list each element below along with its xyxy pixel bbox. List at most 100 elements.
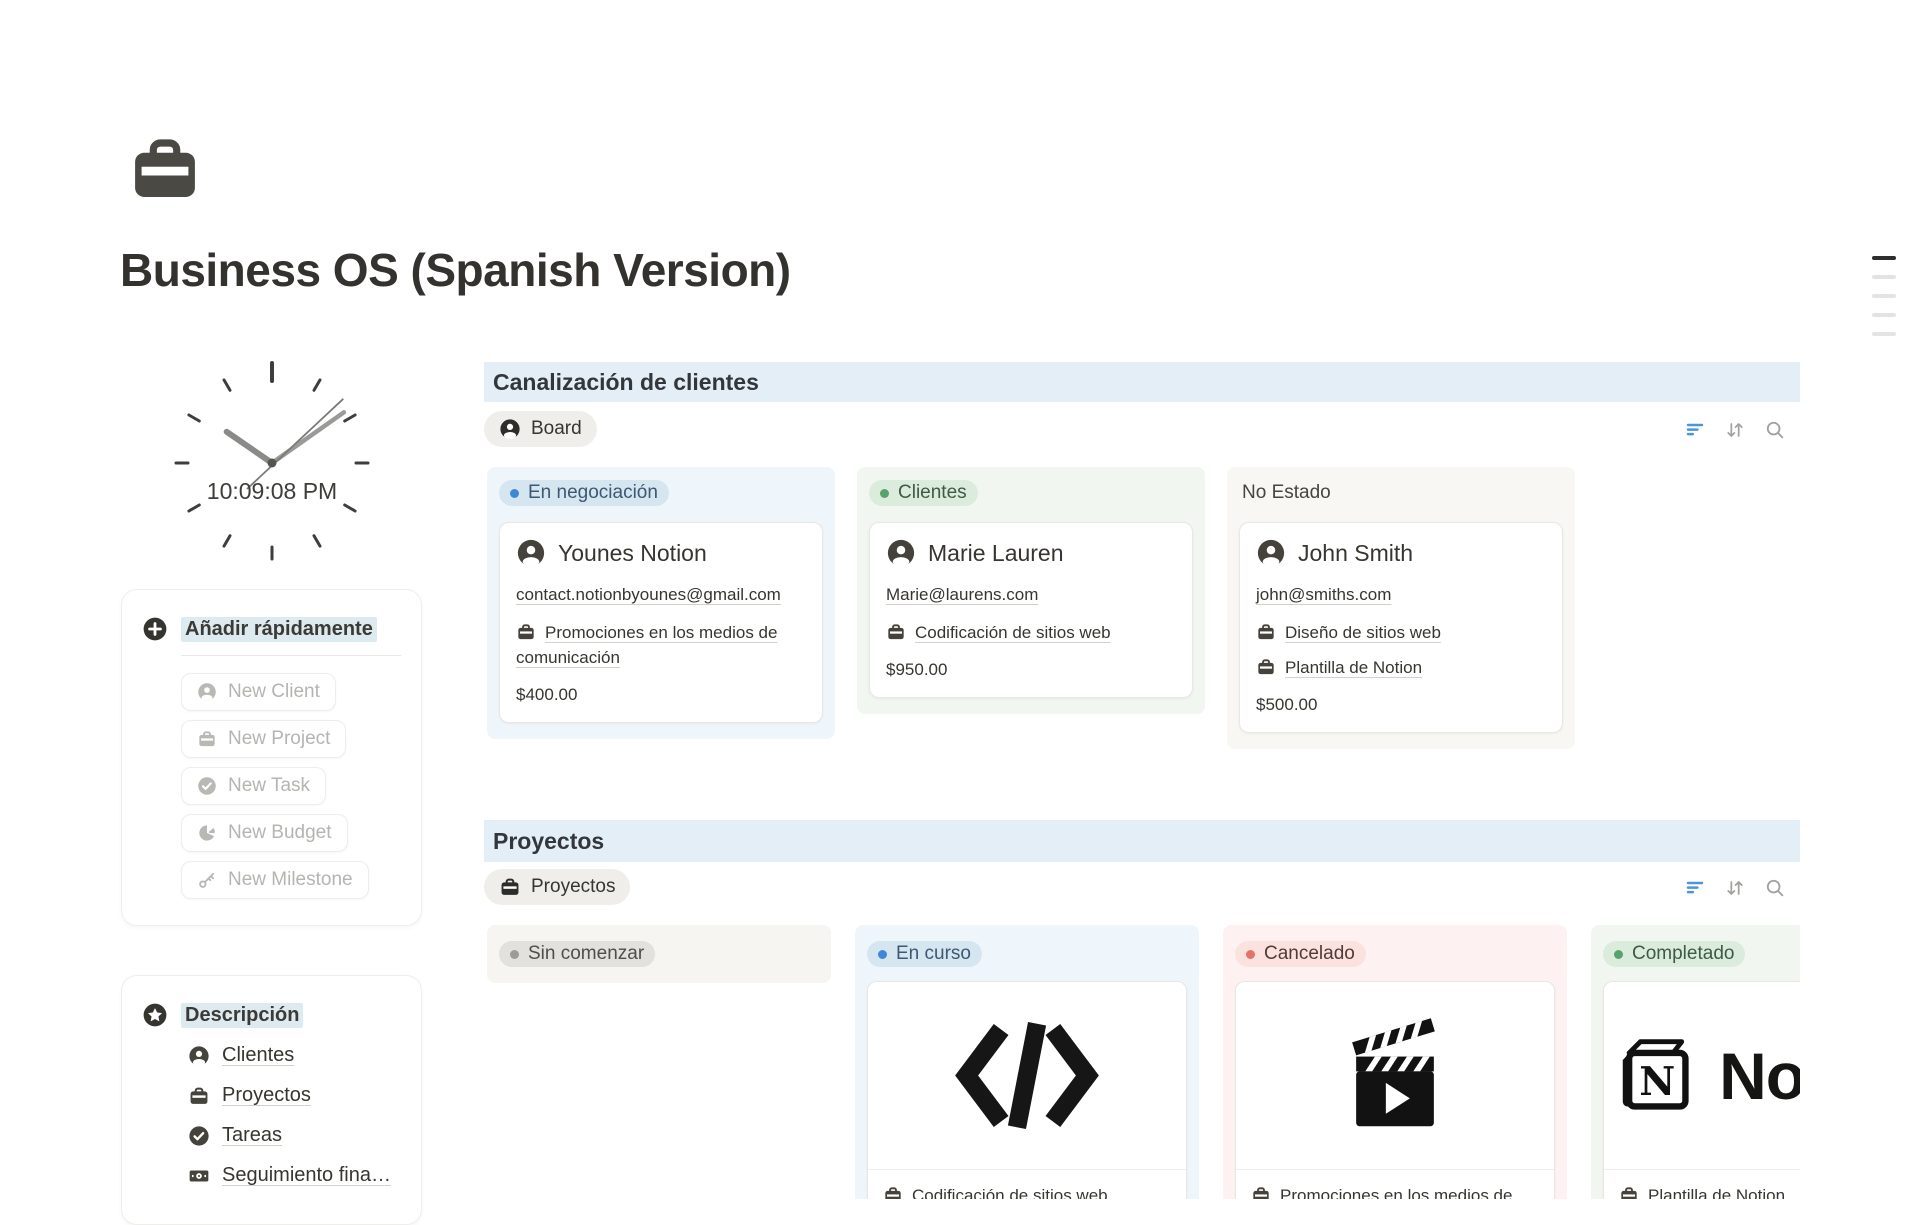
briefcase-icon [188,1085,210,1107]
link-clientes[interactable]: Clientes [188,1044,294,1067]
analog-clock [157,348,387,578]
status-badge[interactable]: Clientes [869,480,978,506]
outline-item[interactable] [1872,256,1896,260]
column-cancelado: Cancelado Promociones en los medios de c… [1223,925,1567,1199]
check-circle-icon [197,776,217,796]
status-dot-icon [880,489,889,498]
person-icon [516,538,546,568]
project-card[interactable]: Promociones en los medios de comunicació… [1235,981,1555,1199]
project-link[interactable]: Diseño de sitios web [1285,623,1441,642]
outline-item[interactable] [1872,313,1896,317]
new-project-button[interactable]: New Project [181,720,346,758]
digital-time: 10:09:08 PM [157,478,387,505]
column-en-negociacion: En negociación Younes Notion contact.not… [487,467,835,739]
client-card[interactable]: Marie Lauren Marie@laurens.com Codificac… [869,522,1193,698]
client-name: Younes Notion [558,540,707,567]
new-budget-button[interactable]: New Budget [181,814,348,852]
project-link[interactable]: Plantilla de Notion [1285,658,1422,677]
status-badge[interactable]: Sin comenzar [499,941,655,967]
outline-item[interactable] [1872,275,1896,279]
column-sin-comenzar: Sin comenzar [487,925,831,983]
column-no-estado: No Estado John Smith john@smiths.com Dis… [1227,467,1575,749]
column-en-curso: En curso Codificación de sitios web [855,925,1199,1199]
link-tareas[interactable]: Tareas [188,1124,282,1147]
briefcase-icon [1256,657,1276,677]
project-link[interactable]: Promociones en los medios de comunicació… [1251,1186,1512,1199]
outline-item[interactable] [1872,294,1896,298]
client-card[interactable]: Younes Notion contact.notionbyounes@gmai… [499,522,823,723]
description-title: Descripción [181,1003,303,1028]
status-badge[interactable]: Completado [1603,941,1745,967]
column-clientes: Clientes Marie Lauren Marie@laurens.com … [857,467,1205,714]
project-card[interactable]: Notion Plantilla de Notion [1603,981,1800,1199]
status-dot-icon [510,950,519,959]
filter-icon[interactable] [1684,419,1706,441]
client-email[interactable]: Marie@laurens.com [886,585,1038,604]
sort-icon[interactable] [1724,877,1746,899]
quick-add-title: Añadir rápidamente [181,617,377,642]
clapperboard-icon [1331,1012,1459,1140]
project-link[interactable]: Codificación de sitios web [915,623,1111,642]
notion-logo-icon [1616,1023,1691,1128]
project-card[interactable]: Codificación de sitios web [867,981,1187,1199]
project-link[interactable]: Plantilla de Notion [1648,1186,1785,1199]
deal-amount: $500.00 [1256,695,1546,715]
briefcase-icon [516,622,536,642]
search-icon[interactable] [1764,877,1786,899]
new-task-button[interactable]: New Task [181,767,326,805]
status-badge[interactable]: Cancelado [1235,941,1366,967]
client-card[interactable]: John Smith john@smiths.com Diseño de sit… [1239,522,1563,733]
divider [181,655,401,656]
outline-nav [1872,256,1896,351]
briefcase-page-icon[interactable] [126,130,204,208]
star-circle-icon [142,1002,168,1028]
project-link[interactable]: Codificación de sitios web [912,1186,1108,1199]
link-seguimiento[interactable]: Seguimiento fina… [188,1164,391,1187]
code-icon [952,1018,1102,1133]
pipeline-heading: Canalización de clientes [484,362,1800,402]
client-email[interactable]: john@smiths.com [1256,585,1391,604]
notion-wordmark: Notion [1719,1038,1800,1114]
plus-circle-icon [142,616,168,642]
sort-icon[interactable] [1724,419,1746,441]
new-client-button[interactable]: New Client [181,673,336,711]
check-circle-icon [188,1125,210,1147]
quick-add-card: Añadir rápidamente New Client New Projec… [121,589,422,926]
description-card: Descripción Clientes Proyectos Tareas Se… [121,975,422,1225]
outline-item[interactable] [1872,332,1896,336]
status-label[interactable]: No Estado [1239,480,1563,506]
status-dot-icon [1614,950,1623,959]
briefcase-icon [886,622,906,642]
project-link[interactable]: Promociones en los medios de comunicació… [516,623,777,667]
link-proyectos[interactable]: Proyectos [188,1084,311,1107]
status-dot-icon [1246,950,1255,959]
briefcase-icon [1619,1185,1639,1199]
client-name: Marie Lauren [928,540,1064,567]
person-icon [499,418,521,440]
person-icon [188,1045,210,1067]
status-badge[interactable]: En negociación [499,480,669,506]
projects-heading: Proyectos [484,820,1800,862]
status-dot-icon [878,950,887,959]
briefcase-icon [1251,1185,1271,1199]
new-milestone-button[interactable]: New Milestone [181,861,369,899]
banknote-icon [188,1165,210,1187]
pie-chart-icon [197,823,217,843]
briefcase-icon [499,876,521,898]
briefcase-icon [197,729,217,749]
person-icon [197,682,217,702]
search-icon[interactable] [1764,419,1786,441]
person-icon [1256,538,1286,568]
projects-view-tab[interactable]: Proyectos [484,869,630,905]
briefcase-icon [883,1185,903,1199]
main-content: Canalización de clientes Board En negoci… [484,0,1800,1199]
clock-widget: 10:09:08 PM [157,348,387,578]
board-view-tab[interactable]: Board [484,411,597,447]
status-badge[interactable]: En curso [867,941,982,967]
column-completado: Completado Notion Plantilla de Notion [1591,925,1800,1199]
briefcase-icon [1256,622,1276,642]
status-dot-icon [510,489,519,498]
client-email[interactable]: contact.notionbyounes@gmail.com [516,585,781,604]
filter-icon[interactable] [1684,877,1706,899]
deal-amount: $950.00 [886,660,1176,680]
